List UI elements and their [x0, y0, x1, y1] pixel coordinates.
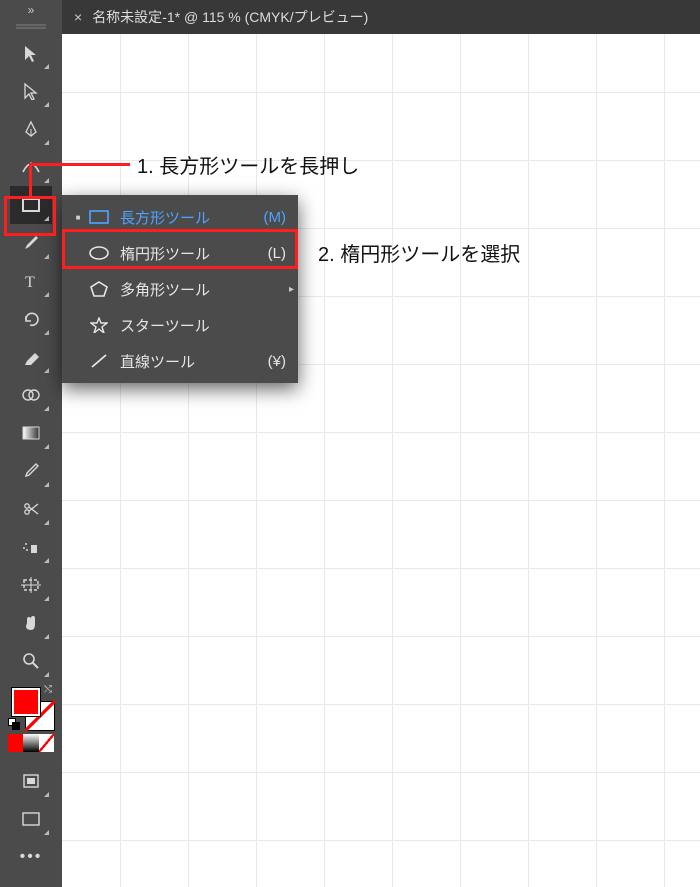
document-tab-bar: × 名称未設定-1* @ 115 % (CMYK/プレビュー): [62, 0, 700, 34]
zoom-tool[interactable]: [10, 642, 52, 680]
polygon-icon: [88, 281, 110, 297]
svg-text:T: T: [25, 274, 35, 290]
flyout-item-polygon[interactable]: 多角形ツール ▸: [62, 271, 298, 307]
rectangle-icon: [88, 210, 110, 224]
pen-icon: [22, 120, 40, 138]
gradient-tool[interactable]: [10, 414, 52, 452]
edit-toolbar-button[interactable]: •••: [10, 838, 52, 876]
flyout-shortcut: (¥): [268, 353, 286, 370]
default-fill-stroke-icon[interactable]: [8, 718, 20, 730]
flyout-item-rectangle[interactable]: ■ 長方形ツール (M): [62, 199, 298, 235]
type-icon: T: [22, 272, 40, 290]
flyout-item-ellipse[interactable]: 楕円形ツール (L): [62, 235, 298, 271]
rectangle-icon: [21, 197, 41, 213]
flyout-item-line[interactable]: 直線ツール (¥): [62, 343, 298, 379]
ellipse-icon: [88, 246, 110, 260]
flyout-label: スターツール: [120, 315, 286, 336]
shape-builder-tool[interactable]: [10, 376, 52, 414]
draw-mode-icon: [21, 773, 41, 789]
rectangle-tool[interactable]: [10, 186, 52, 224]
chevron-right-icon: ▸: [289, 284, 294, 295]
eyedropper-tool[interactable]: [10, 452, 52, 490]
color-mode-solid[interactable]: [8, 734, 23, 752]
paintbrush-tool[interactable]: [10, 224, 52, 262]
annotation-text-2: 2. 楕円形ツールを選択: [318, 238, 520, 267]
grip-icon: [16, 24, 46, 30]
tab-close-button[interactable]: ×: [74, 9, 82, 25]
eraser-icon: [21, 349, 41, 365]
rotate-icon: [22, 310, 40, 328]
flyout-shortcut: (M): [264, 209, 287, 226]
direct-selection-arrow-icon: [22, 82, 40, 100]
toolbar-ruler-grip[interactable]: [0, 20, 62, 34]
gradient-icon: [21, 425, 41, 441]
flyout-label: 長方形ツール: [120, 207, 264, 228]
type-tool[interactable]: T: [10, 262, 52, 300]
zoom-icon: [22, 652, 40, 670]
hand-tool[interactable]: [10, 604, 52, 642]
spray-icon: [21, 539, 41, 555]
shape-tool-flyout: ■ 長方形ツール (M) 楕円形ツール (L) 多角形ツール ▸ スターツール …: [62, 195, 298, 383]
curvature-icon: [21, 158, 41, 176]
fill-swatch[interactable]: [12, 688, 40, 716]
document-tab-title[interactable]: 名称未設定-1* @ 115 % (CMYK/プレビュー): [92, 7, 368, 27]
flyout-label: 直線ツール: [120, 351, 268, 372]
direct-selection-tool[interactable]: [10, 72, 52, 110]
symbol-sprayer-tool[interactable]: [10, 528, 52, 566]
flyout-label: 多角形ツール: [120, 279, 286, 300]
current-tool-dot-icon: ■: [74, 213, 82, 222]
ellipsis-icon: •••: [20, 848, 43, 866]
scissors-tool[interactable]: [10, 490, 52, 528]
screen-mode-icon: [21, 811, 41, 827]
hand-icon: [22, 614, 40, 632]
expand-icon: »: [28, 3, 35, 17]
selection-tool[interactable]: [10, 34, 52, 72]
artboard-icon: [21, 577, 41, 593]
line-icon: [88, 353, 110, 369]
paintbrush-icon: [22, 234, 40, 252]
scissors-icon: [22, 500, 40, 518]
pen-tool[interactable]: [10, 110, 52, 148]
shape-builder-icon: [21, 387, 41, 403]
artboard-tool[interactable]: [10, 566, 52, 604]
curvature-tool[interactable]: [10, 148, 52, 186]
fill-stroke-swatch[interactable]: ⤭: [8, 684, 54, 730]
color-mode-gradient[interactable]: [23, 734, 38, 752]
toolbar: » T: [0, 0, 62, 887]
color-mode-none[interactable]: [39, 734, 54, 752]
annotation-text-1: 1. 長方形ツールを長押し: [137, 150, 359, 179]
flyout-item-star[interactable]: スターツール: [62, 307, 298, 343]
swap-fill-stroke-icon[interactable]: ⤭: [44, 684, 52, 695]
toolbar-expand-button[interactable]: »: [0, 0, 62, 20]
draw-mode-button[interactable]: [10, 762, 52, 800]
eyedropper-icon: [22, 462, 40, 480]
flyout-label: 楕円形ツール: [120, 243, 268, 264]
eraser-tool[interactable]: [10, 338, 52, 376]
star-icon: [88, 317, 110, 333]
flyout-shortcut: (L): [268, 245, 286, 262]
rotate-tool[interactable]: [10, 300, 52, 338]
screen-mode-button[interactable]: [10, 800, 52, 838]
selection-arrow-icon: [22, 44, 40, 62]
color-mode-row: [8, 734, 54, 754]
